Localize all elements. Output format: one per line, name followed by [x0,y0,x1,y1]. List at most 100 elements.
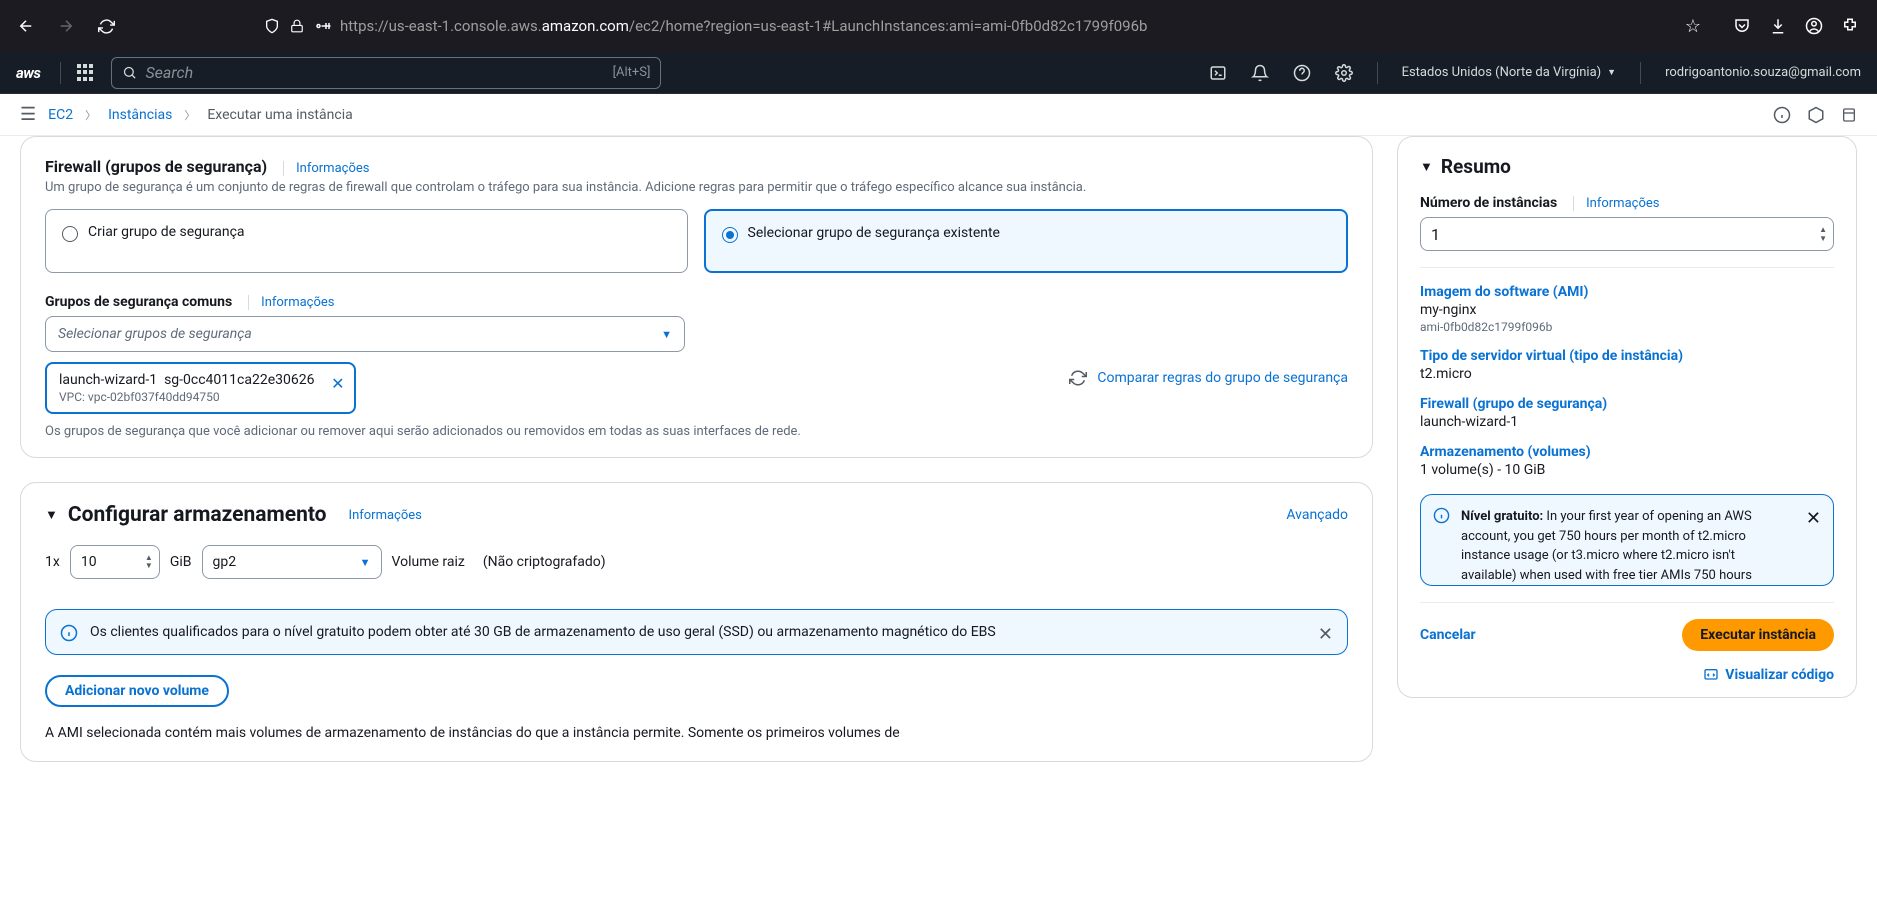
search-icon [122,65,137,80]
storage-section: ▼ Configurar armazenamento Informações A… [20,482,1373,762]
sg-select-placeholder: Selecionar grupos de segurança [58,326,252,342]
firewall-info-link[interactable]: Informações [283,161,369,176]
free-tier-storage-banner: ✕ Os clientes qualificados para o nível … [45,609,1348,655]
compare-sg-rules-link[interactable]: Comparar regras do grupo de segurança [1097,370,1348,386]
breadcrumb: ☰ EC2 〉 Instâncias 〉 Executar uma instân… [0,94,1877,136]
common-sg-info-link[interactable]: Informações [248,295,334,310]
chevron-right-icon: 〉 [85,107,96,123]
storage-advanced-link[interactable]: Avançado [1286,507,1348,523]
summary-panel: ▼ Resumo Número de instâncias Informaçõe… [1397,136,1857,698]
breadcrumb-current: Executar uma instância [207,107,352,123]
search-placeholder: Search [145,63,193,82]
refresh-icon[interactable] [1069,369,1087,387]
close-banner-icon[interactable]: ✕ [1318,624,1333,645]
cancel-button[interactable]: Cancelar [1420,627,1476,643]
account-icon[interactable] [1805,17,1823,35]
storage-banner-text: Os clientes qualificados para o nível gr… [90,624,1303,640]
num-instances-label: Número de instâncias [1420,195,1557,211]
num-instances-value: 1 [1431,225,1440,244]
breadcrumb-instances[interactable]: Instâncias [108,107,172,123]
sg-tag: launch-wizard-1 sg-0cc4011ca22e30626 VPC… [45,362,356,414]
panel-icon[interactable] [1841,106,1857,124]
shield-icon [264,18,280,34]
services-grid-icon[interactable] [77,64,95,82]
num-instances-input[interactable]: 1 ▲▼ [1420,217,1834,251]
caret-down-icon: ▼ [360,556,371,569]
sg-select[interactable]: Selecionar grupos de segurança ▼ [45,316,685,352]
storage-size-input[interactable]: 10 ▲▼ [70,545,160,579]
launch-instance-button[interactable]: Executar instância [1682,619,1834,651]
help-icon[interactable] [1293,64,1311,82]
storage-qty: 1x [45,554,60,570]
summary-title: Resumo [1441,155,1511,178]
summary-firewall-value: launch-wizard-1 [1420,414,1834,430]
info-circle-icon[interactable] [1773,106,1791,124]
menu-toggle-icon[interactable]: ☰ [20,104,36,125]
info-icon [1433,507,1450,524]
spinner-icon[interactable]: ▲▼ [145,554,153,570]
storage-unit: GiB [170,554,192,570]
close-banner-icon[interactable]: ✕ [1806,505,1821,532]
chevron-right-icon: 〉 [184,107,195,123]
firewall-title: Firewall (grupos de segurança) [45,157,267,176]
summary-ami-id: ami-0fb0d82c1799f096b [1420,320,1834,334]
aws-search-input[interactable]: Search [Alt+S] [111,57,661,89]
radio-create-sg[interactable]: Criar grupo de segurança [45,209,688,273]
code-icon [1703,667,1719,683]
firewall-description: Um grupo de segurança é um conjunto de r… [45,180,1348,195]
add-volume-button[interactable]: Adicionar novo volume [45,675,229,707]
encryption-status: (Não criptografado) [483,554,606,570]
storage-title: Configurar armazenamento [68,503,327,527]
user-menu[interactable]: rodrigoantonio.souza@gmail.com [1665,65,1861,80]
collapse-caret-icon[interactable]: ▼ [1420,159,1433,175]
bookmark-star-icon[interactable]: ☆ [1685,16,1701,37]
view-code-link[interactable]: Visualizar código [1420,657,1834,697]
spinner-icon[interactable]: ▲▼ [1819,225,1827,243]
summary-storage-value: 1 volume(s) - 10 GiB [1420,462,1834,478]
aws-logo[interactable]: aws [16,64,40,82]
hexagon-icon[interactable] [1807,106,1825,124]
radio-create-label: Criar grupo de segurança [88,224,245,240]
radio-select-label: Selecionar grupo de segurança existente [748,225,1000,241]
lock-icon [290,19,304,33]
storage-info-link[interactable]: Informações [349,508,422,523]
remove-sg-icon[interactable]: ✕ [331,374,344,393]
firewall-section: Firewall (grupos de segurança) Informaçõ… [20,136,1373,458]
collapse-caret-icon[interactable]: ▼ [45,507,58,523]
storage-type-value: gp2 [213,554,237,570]
storage-size-value: 10 [81,554,97,570]
browser-bar: https://us-east-1.console.aws.amazon.com… [0,0,1877,52]
summary-firewall-link[interactable]: Firewall (grupo de segurança) [1420,396,1834,412]
cloudshell-icon[interactable] [1209,64,1227,82]
back-button[interactable] [12,12,40,40]
radio-icon [722,227,738,243]
downloads-icon[interactable] [1769,17,1787,35]
caret-down-icon: ▼ [661,328,672,341]
free-tier-banner: ✕ Nível gratuito: In your first year of … [1420,494,1834,586]
summary-storage-link[interactable]: Armazenamento (volumes) [1420,444,1834,460]
sg-tag-name: launch-wizard-1 [59,372,157,388]
summary-type-value: t2.micro [1420,366,1834,382]
summary-type-link[interactable]: Tipo de servidor virtual (tipo de instân… [1420,348,1834,364]
num-instances-info-link[interactable]: Informações [1573,196,1659,211]
url-text: https://us-east-1.console.aws.amazon.com… [340,17,1147,35]
storage-type-select[interactable]: gp2 ▼ [202,545,382,579]
notifications-icon[interactable] [1251,64,1269,82]
reload-button[interactable] [92,12,120,40]
search-hint: [Alt+S] [613,65,651,80]
radio-select-existing-sg[interactable]: Selecionar grupo de segurança existente [704,209,1349,273]
settings-gear-icon[interactable] [1335,64,1353,82]
extensions-icon[interactable] [1841,17,1859,35]
url-bar[interactable]: https://us-east-1.console.aws.amazon.com… [254,17,1673,35]
permissions-icon [314,19,332,33]
breadcrumb-ec2[interactable]: EC2 [48,107,73,123]
pocket-icon[interactable] [1733,17,1751,35]
volume-label: Volume raiz [392,554,465,570]
summary-ami-link[interactable]: Imagem do software (AMI) [1420,284,1834,300]
sg-tag-vpc: VPC: vpc-02bf037f40dd94750 [59,390,314,404]
sg-note: Os grupos de segurança que você adiciona… [45,424,1348,439]
common-sg-label: Grupos de segurança comuns [45,294,232,310]
region-selector[interactable]: Estados Unidos (Norte da Virgínia) ▼ [1402,65,1617,80]
ami-volumes-note: A AMI selecionada contém mais volumes de… [45,725,1348,741]
radio-icon [62,226,78,242]
